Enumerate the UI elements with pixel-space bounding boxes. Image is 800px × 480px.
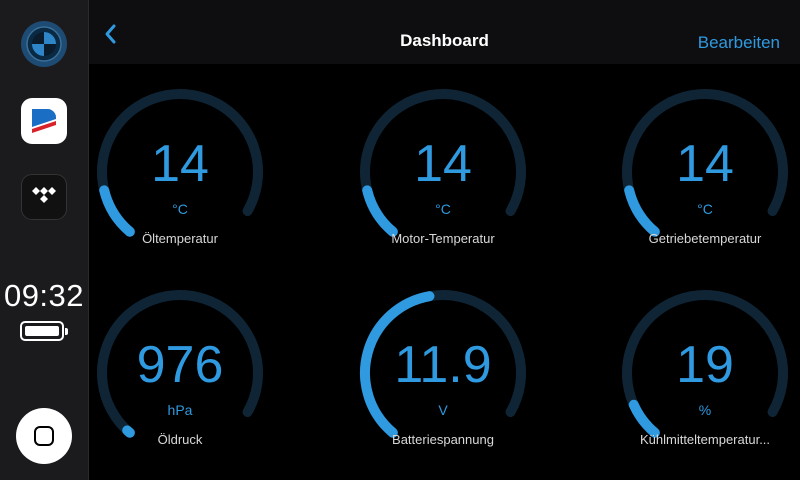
gauge-value: 14 bbox=[676, 135, 734, 193]
home-button[interactable] bbox=[16, 408, 72, 464]
gauge-unit: °C bbox=[697, 201, 713, 217]
gauge[interactable]: 14 °C Getriebetemperatur bbox=[615, 80, 795, 260]
battery-icon bbox=[20, 321, 68, 341]
sidebar: 09:32 bbox=[0, 0, 89, 480]
gauge-value: 976 bbox=[136, 336, 224, 394]
gauge-value: 14 bbox=[414, 135, 472, 193]
gauge-unit: °C bbox=[435, 201, 451, 217]
gauge[interactable]: 19% Kühlmitteltemperatur... bbox=[615, 281, 795, 461]
bmw-app-icon[interactable] bbox=[21, 21, 67, 67]
gauge-label: Motor-Temperatur bbox=[391, 231, 495, 246]
gauge-label: Kühlmitteltemperatur... bbox=[639, 432, 771, 447]
page-title: Dashboard bbox=[400, 31, 489, 50]
gauge-value: 11.9 bbox=[394, 336, 492, 394]
clock: 09:32 bbox=[3, 278, 85, 313]
gauge-label: Öldruck bbox=[157, 432, 203, 447]
gauge-value: 14 bbox=[151, 135, 209, 193]
header: Dashboard Bearbeiten bbox=[89, 0, 800, 64]
gauge[interactable]: 976 hPa Öldruck bbox=[90, 281, 270, 461]
gauge-label: Batteriespannung bbox=[392, 432, 494, 447]
home-icon bbox=[34, 426, 54, 446]
gauge-label: Getriebetemperatur bbox=[648, 231, 762, 246]
edit-button[interactable]: Bearbeiten bbox=[698, 33, 780, 53]
gauge-unit: % bbox=[698, 402, 712, 418]
gauge[interactable]: 14 °C Öltemperatur bbox=[90, 80, 270, 260]
news-app-icon[interactable] bbox=[21, 98, 67, 144]
tidal-app-icon[interactable] bbox=[21, 174, 67, 220]
gauge-unit: V bbox=[438, 402, 448, 418]
gauge-value: 19 bbox=[676, 336, 734, 394]
gauge-label: Öltemperatur bbox=[142, 231, 218, 246]
gauge[interactable]: 11.9 V Batteriespannung bbox=[353, 281, 533, 461]
gauge[interactable]: 14 °C Motor-Temperatur bbox=[353, 80, 533, 260]
gauge-unit: hPa bbox=[167, 402, 193, 418]
gauge-unit: °C bbox=[172, 201, 188, 217]
